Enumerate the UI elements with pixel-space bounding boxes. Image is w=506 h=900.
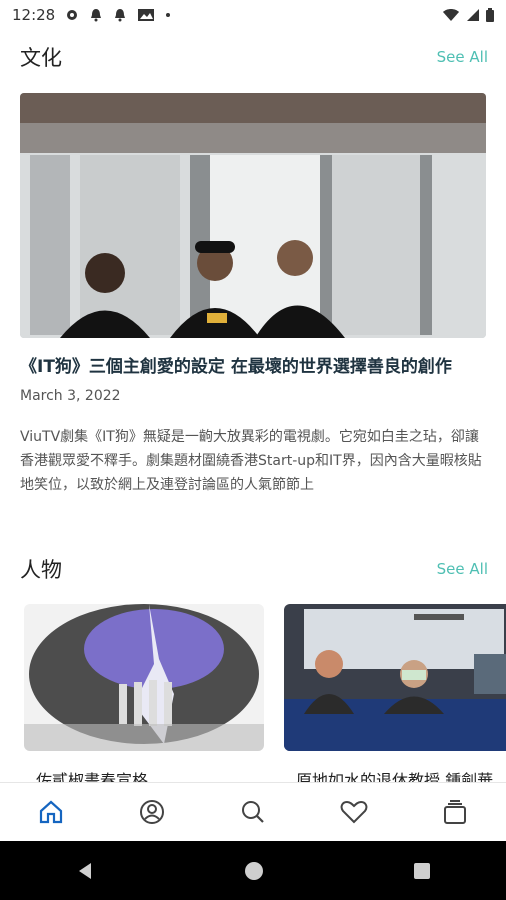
- featured-article-date: March 3, 2022: [20, 388, 121, 404]
- featured-article-excerpt: ViuTV劇集《IT狗》無疑是一齣大放異彩的電視劇。它宛如白圭之玷，卻讓香港觀眾…: [20, 429, 482, 493]
- article-card-image[interactable]: [24, 604, 264, 751]
- signal-icon: [467, 9, 479, 21]
- home-icon[interactable]: [31, 792, 71, 832]
- wifi-icon: [443, 9, 459, 21]
- section-title: 文化: [20, 46, 62, 70]
- featured-article-title[interactable]: 《IT狗》三個主創愛的設定 在最壞的世界選擇善良的創作: [20, 352, 490, 377]
- settings-icon: [67, 10, 78, 20]
- system-navigation-bar: [0, 841, 506, 900]
- section-title: 人物: [20, 558, 62, 582]
- see-all-link[interactable]: See All: [437, 560, 488, 578]
- collections-icon[interactable]: [435, 792, 475, 832]
- back-icon[interactable]: [75, 861, 95, 881]
- featured-article-image[interactable]: [20, 93, 486, 338]
- notification-bell-icon: [91, 9, 102, 22]
- article-card-image[interactable]: [284, 604, 506, 751]
- notification-bell-icon: [115, 9, 126, 22]
- gallery-icon: [138, 9, 155, 21]
- recents-icon[interactable]: [413, 862, 431, 880]
- article-card[interactable]: 佐貳椒畫春宣格: [24, 604, 266, 791]
- status-time: 12:28: [12, 6, 56, 24]
- section-header-people: 人物 See All: [20, 554, 488, 584]
- section-header-culture: 文化 See All: [20, 42, 488, 72]
- profile-icon[interactable]: [132, 792, 172, 832]
- heart-icon[interactable]: [334, 792, 374, 832]
- article-card[interactable]: 原地如水的退休教授 鍾劍華: [284, 604, 506, 791]
- home-circle-icon[interactable]: [244, 861, 264, 881]
- bottom-navigation: [0, 782, 506, 841]
- search-icon[interactable]: [233, 792, 273, 832]
- see-all-link[interactable]: See All: [437, 48, 488, 66]
- battery-icon: [486, 8, 494, 22]
- status-bar: 12:28: [0, 0, 506, 30]
- more-dot-icon: [166, 13, 171, 17]
